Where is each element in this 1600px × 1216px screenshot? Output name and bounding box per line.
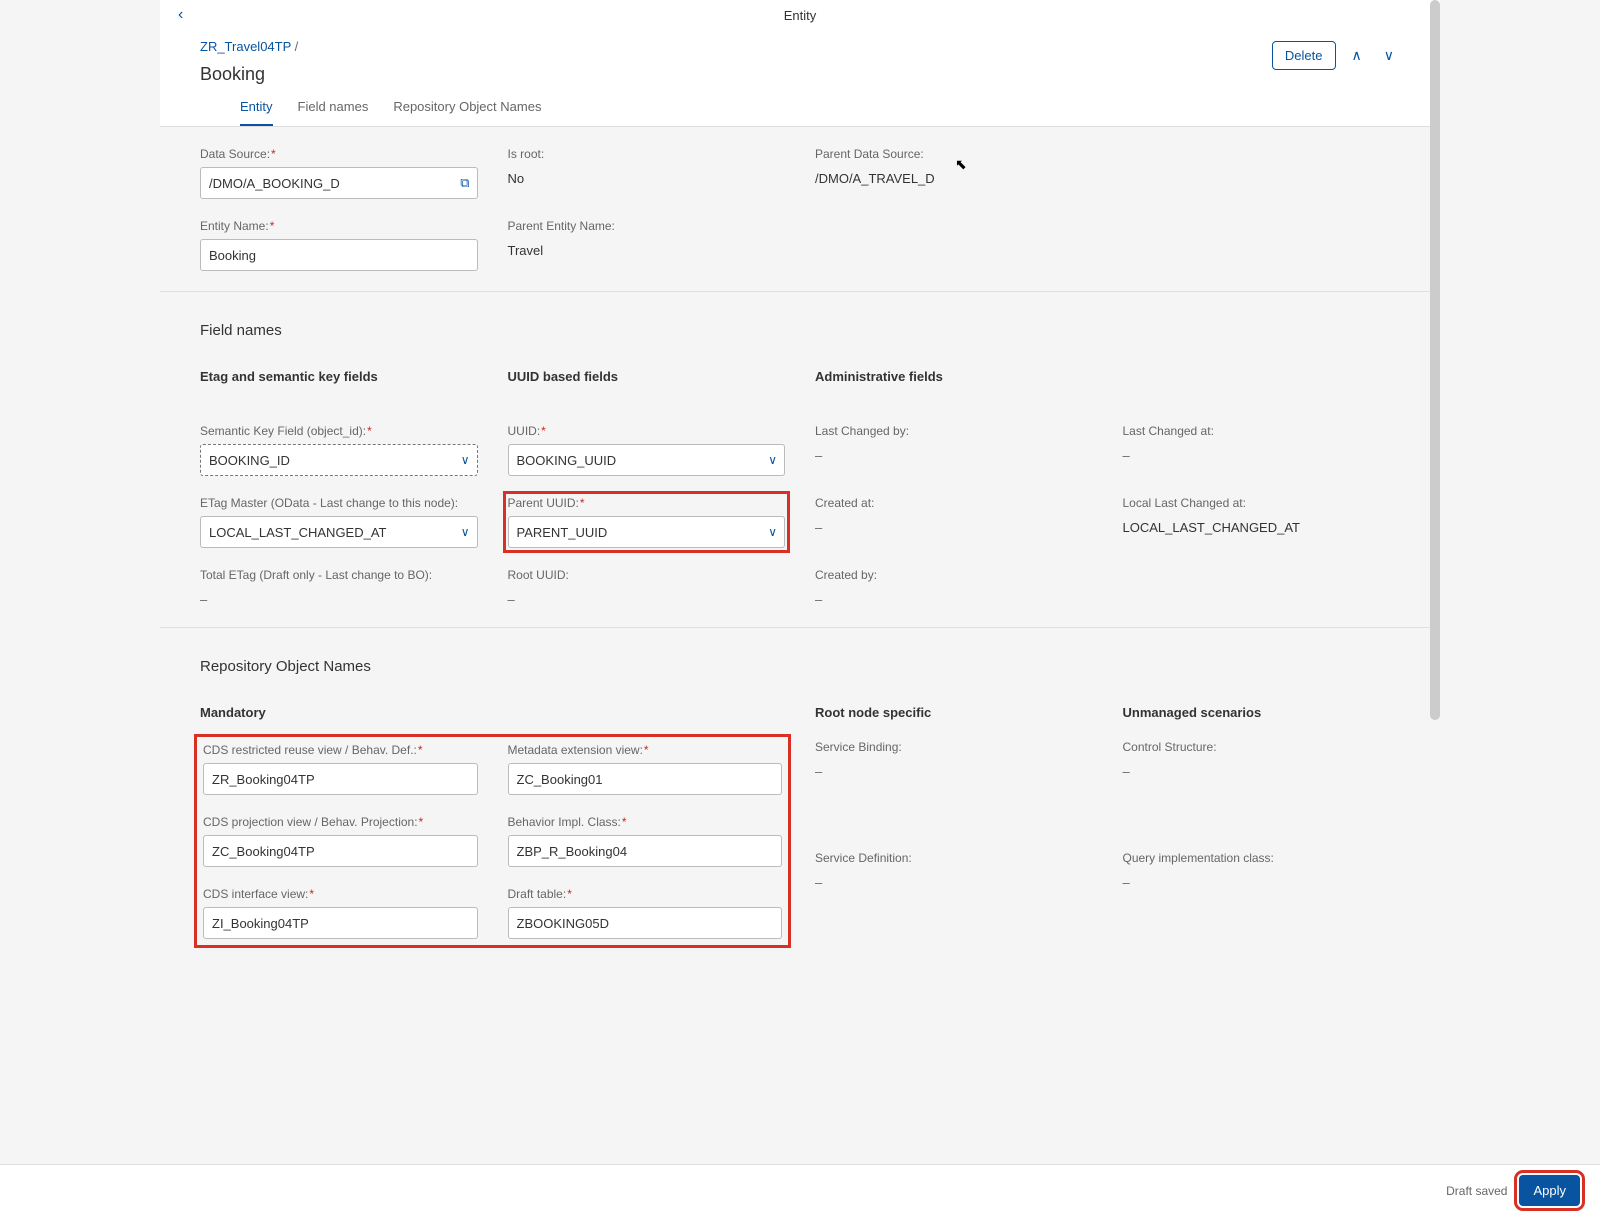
meta-ext-input[interactable] bbox=[508, 763, 783, 795]
breadcrumb-link[interactable]: ZR_Travel04TP bbox=[200, 39, 291, 54]
behav-class-input[interactable] bbox=[508, 835, 783, 867]
chevron-down-icon[interactable]: ∨ bbox=[1378, 43, 1400, 68]
created-by-value: – bbox=[815, 588, 1093, 607]
entity-name-input[interactable] bbox=[200, 239, 478, 271]
is-root-value: No bbox=[508, 167, 786, 186]
meta-ext-label: Metadata extension view:* bbox=[508, 743, 783, 757]
created-by-label: Created by: bbox=[815, 568, 1093, 582]
root-specific-subsection-title: Root node specific bbox=[815, 705, 1093, 720]
service-binding-label: Service Binding: bbox=[815, 740, 1093, 754]
uuid-select[interactable] bbox=[508, 444, 786, 476]
query-impl-value: – bbox=[1123, 871, 1401, 890]
last-changed-by-label: Last Changed by: bbox=[815, 424, 1093, 438]
admin-subsection-title: Administrative fields bbox=[815, 369, 1093, 384]
last-changed-at-label: Last Changed at: bbox=[1123, 424, 1401, 438]
cds-iface-label: CDS interface view:* bbox=[203, 887, 478, 901]
data-source-input[interactable] bbox=[200, 167, 478, 199]
parent-entity-name-label: Parent Entity Name: bbox=[508, 219, 786, 233]
draft-table-label: Draft table:* bbox=[508, 887, 783, 901]
last-changed-by-value: – bbox=[815, 444, 1093, 463]
apply-button[interactable]: Apply bbox=[1519, 1175, 1580, 1206]
parent-data-source-label: Parent Data Source: bbox=[815, 147, 1093, 161]
header-title: Entity bbox=[784, 8, 817, 23]
data-source-label: Data Source:* bbox=[200, 147, 478, 161]
etag-master-label: ETag Master (OData - Last change to this… bbox=[200, 496, 478, 510]
cds-proj-label: CDS projection view / Behav. Projection:… bbox=[203, 815, 478, 829]
breadcrumb-separator: / bbox=[295, 39, 299, 54]
local-last-changed-at-value: LOCAL_LAST_CHANGED_AT bbox=[1123, 516, 1401, 535]
parent-uuid-label: Parent UUID:* bbox=[508, 496, 786, 510]
delete-button[interactable]: Delete bbox=[1272, 41, 1336, 70]
parent-uuid-select[interactable] bbox=[508, 516, 786, 548]
created-at-value: – bbox=[815, 516, 1093, 535]
cds-reuse-label: CDS restricted reuse view / Behav. Def.:… bbox=[203, 743, 478, 757]
local-last-changed-at-label: Local Last Changed at: bbox=[1123, 496, 1401, 510]
root-uuid-value: – bbox=[508, 588, 786, 607]
total-etag-label: Total ETag (Draft only - Last change to … bbox=[200, 568, 478, 582]
repo-section-title: Repository Object Names bbox=[200, 658, 1400, 675]
chevron-up-icon[interactable]: ∧ bbox=[1346, 43, 1368, 68]
semantic-key-select[interactable] bbox=[200, 444, 478, 476]
tab-repository-object-names[interactable]: Repository Object Names bbox=[393, 99, 541, 126]
last-changed-at-value: – bbox=[1123, 444, 1401, 463]
value-help-icon[interactable]: ⧉ bbox=[460, 175, 469, 191]
back-icon[interactable]: ‹ bbox=[178, 6, 183, 24]
tab-entity[interactable]: Entity bbox=[240, 99, 273, 126]
page-title: Booking bbox=[200, 64, 1400, 85]
total-etag-value: – bbox=[200, 588, 478, 607]
unmanaged-subsection-title: Unmanaged scenarios bbox=[1123, 705, 1401, 720]
field-names-section-title: Field names bbox=[200, 322, 1400, 339]
mandatory-subsection-title: Mandatory bbox=[200, 705, 478, 720]
parent-entity-name-value: Travel bbox=[508, 239, 786, 258]
control-struct-value: – bbox=[1123, 760, 1401, 779]
draft-table-input[interactable] bbox=[508, 907, 783, 939]
service-binding-value: – bbox=[815, 760, 1093, 779]
uuid-subsection-title: UUID based fields bbox=[508, 369, 786, 384]
cds-iface-input[interactable] bbox=[203, 907, 478, 939]
etag-master-select[interactable] bbox=[200, 516, 478, 548]
parent-data-source-value: /DMO/A_TRAVEL_D bbox=[815, 167, 1093, 186]
root-uuid-label: Root UUID: bbox=[508, 568, 786, 582]
service-def-value: – bbox=[815, 871, 1093, 890]
tab-field-names[interactable]: Field names bbox=[298, 99, 369, 126]
service-def-label: Service Definition: bbox=[815, 851, 1093, 865]
behav-class-label: Behavior Impl. Class:* bbox=[508, 815, 783, 829]
cds-reuse-input[interactable] bbox=[203, 763, 478, 795]
draft-saved-text: Draft saved bbox=[1446, 1184, 1507, 1198]
entity-name-label: Entity Name:* bbox=[200, 219, 478, 233]
query-impl-label: Query implementation class: bbox=[1123, 851, 1401, 865]
is-root-label: Is root: bbox=[508, 147, 786, 161]
etag-subsection-title: Etag and semantic key fields bbox=[200, 369, 478, 384]
uuid-label: UUID:* bbox=[508, 424, 786, 438]
created-at-label: Created at: bbox=[815, 496, 1093, 510]
control-struct-label: Control Structure: bbox=[1123, 740, 1401, 754]
semantic-key-label: Semantic Key Field (object_id):* bbox=[200, 424, 478, 438]
cds-proj-input[interactable] bbox=[203, 835, 478, 867]
